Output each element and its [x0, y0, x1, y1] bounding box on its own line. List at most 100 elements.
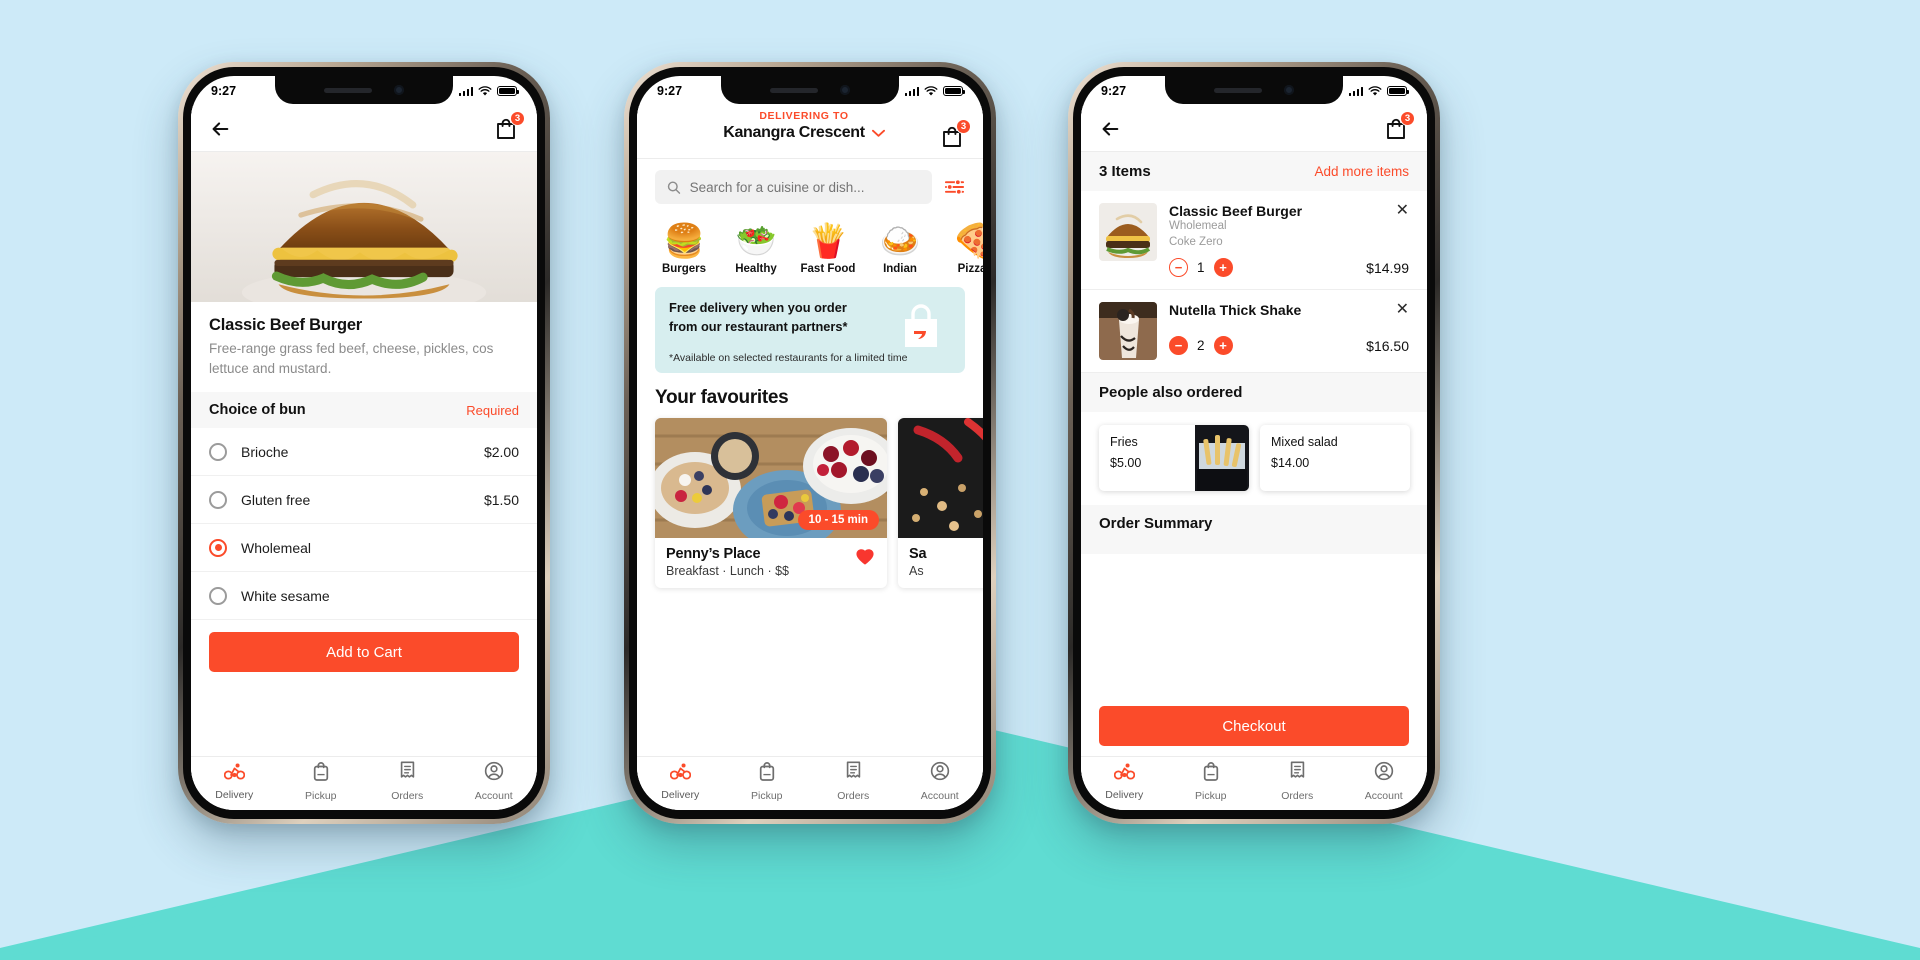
restaurant-name: Penny’s Place [666, 546, 761, 563]
tab-pickup[interactable]: Pickup [1168, 761, 1255, 802]
suggested-item-price: $5.00 [1110, 456, 1142, 471]
earpiece-speaker [770, 87, 818, 93]
item-title: Classic Beef Burger [209, 316, 363, 334]
remove-item-icon[interactable]: ✕ [1396, 302, 1409, 318]
battery-icon [1387, 86, 1410, 96]
option-row[interactable]: White sesame [191, 572, 537, 621]
address-value: Kanangra Crescent [723, 124, 865, 141]
tab-pickup[interactable]: Pickup [278, 761, 365, 802]
option-radio[interactable] [209, 586, 227, 605]
category-item[interactable]: 🍕 Pizza [943, 221, 983, 275]
tab-delivery[interactable]: Delivery [637, 762, 724, 801]
tab-orders[interactable]: Orders [1254, 761, 1341, 802]
restaurant-photo: 10 - 15 min [655, 418, 887, 539]
status-time: 9:27 [211, 84, 237, 98]
tab-delivery[interactable]: Delivery [1081, 762, 1168, 801]
option-radio[interactable] [209, 538, 227, 557]
restaurant-card[interactable]: Sa As [898, 418, 983, 589]
promo-banner[interactable]: Free delivery when you order from our re… [655, 287, 965, 374]
suggested-item-image [1195, 425, 1249, 492]
phone-1-bezel: 9:27 3 Classic Beef Burger Free-range gr… [183, 67, 545, 819]
tab-label: Account [1364, 790, 1403, 802]
category-icon: 🍔 [663, 222, 705, 259]
suggested-item-card[interactable]: Mixed salad $14.00 [1260, 425, 1410, 492]
add-to-cart-button[interactable]: Add to Cart [209, 632, 519, 673]
tab-delivery[interactable]: Delivery [191, 762, 278, 801]
bottom-tab-bar: Delivery Pickup Orders Account [1081, 756, 1427, 810]
receipt-icon [1289, 761, 1306, 786]
cart-row: Classic Beef Burger Wholemeal Coke Zero … [1081, 191, 1427, 291]
suggested-item-name: Mixed salad [1271, 435, 1338, 450]
wifi-icon [478, 85, 492, 95]
phone-1-app: 3 Classic Beef Burger Free-range grass f… [191, 106, 537, 810]
front-camera [840, 85, 850, 95]
category-item[interactable]: 🍔 Burgers [655, 221, 713, 275]
people-also-ordered-list: Fries $5.00 Mixed salad $14.00 [1081, 412, 1427, 505]
category-item[interactable]: 🍟 Fast Food [799, 221, 857, 275]
tab-label: Delivery [215, 788, 254, 801]
tab-orders[interactable]: Orders [364, 761, 451, 802]
address-selector[interactable]: Kanangra Crescent [669, 124, 939, 142]
restaurant-subtitle: Breakfast · Lunch · $$ [666, 564, 789, 579]
cart-bag-button[interactable]: 3 [1383, 110, 1415, 142]
milkshake-thumb [1099, 302, 1157, 361]
option-radio[interactable] [209, 442, 227, 461]
cart-bag-button[interactable]: 3 [939, 119, 971, 150]
search-icon [667, 180, 681, 194]
suggested-item-card[interactable]: Fries $5.00 [1099, 425, 1249, 492]
option-row[interactable]: Gluten free $1.50 [191, 476, 537, 525]
restaurant-photo [898, 418, 983, 539]
search-input[interactable] [689, 179, 920, 195]
tab-orders[interactable]: Orders [810, 761, 897, 802]
category-item[interactable]: 🍛 Indian [871, 221, 929, 275]
category-label: Burgers [661, 263, 707, 275]
bicycle-icon [1113, 762, 1135, 785]
tab-label: Delivery [1105, 788, 1144, 801]
battery-icon [497, 86, 520, 96]
option-section-header: Choice of bun Required [191, 392, 537, 429]
tab-pickup[interactable]: Pickup [724, 761, 811, 802]
arrow-left-icon[interactable] [1099, 118, 1121, 140]
cart-header: 3 Items Add more items [1081, 152, 1427, 191]
category-icon: 🍕 [951, 222, 983, 259]
tab-account[interactable]: Account [451, 761, 538, 802]
add-more-items-link[interactable]: Add more items [1314, 164, 1409, 179]
tab-account[interactable]: Account [1341, 761, 1428, 802]
cart-item-body: Nutella Thick Shake ✕ − 2 + $16.50 [1169, 302, 1409, 360]
phone-3-bezel: 9:27 3 3 Items Add more items Classic Be… [1073, 67, 1435, 819]
remove-item-icon[interactable]: ✕ [1396, 203, 1409, 219]
suggested-item-image [1356, 425, 1410, 491]
account-icon [484, 761, 504, 786]
cart-item-body: Classic Beef Burger Wholemeal Coke Zero … [1169, 203, 1409, 278]
delivery-bag-icon [905, 304, 937, 347]
category-icon: 🍛 [879, 222, 921, 259]
bag-icon [312, 761, 330, 786]
receipt-icon [845, 761, 862, 786]
cart-bag-button[interactable]: 3 [493, 110, 525, 142]
filter-sliders-icon[interactable] [944, 178, 965, 196]
option-row[interactable]: Brioche $2.00 [191, 428, 537, 477]
tab-label: Pickup [1194, 790, 1227, 802]
decrease-quantity-button[interactable]: − [1169, 336, 1188, 356]
option-radio[interactable] [209, 490, 227, 509]
heart-favourite-icon[interactable] [854, 546, 876, 566]
earpiece-speaker [324, 87, 372, 93]
decrease-quantity-button[interactable]: − [1169, 258, 1188, 278]
bag-icon [758, 761, 776, 786]
restaurant-card[interactable]: 10 - 15 min Penny’s Place Breakfast · Lu… [655, 418, 887, 589]
cart-item-controls: − 2 + $16.50 [1169, 336, 1409, 356]
account-icon [930, 761, 950, 786]
arrow-left-icon[interactable] [209, 118, 231, 140]
tab-account[interactable]: Account [897, 761, 984, 802]
cellular-signal-icon [1348, 86, 1363, 96]
delivery-address-header: DELIVERING TO Kanangra Crescent 3 [637, 106, 983, 159]
option-row[interactable]: Wholemeal [191, 524, 537, 573]
delivering-to-label: DELIVERING TO [759, 110, 849, 122]
cart-item-name: Classic Beef Burger [1169, 203, 1303, 219]
search-box[interactable] [655, 170, 932, 204]
checkout-button[interactable]: Checkout [1099, 706, 1409, 746]
phone-2-app: DELIVERING TO Kanangra Crescent 3 Search… [637, 106, 983, 810]
increase-quantity-button[interactable]: + [1213, 336, 1233, 356]
increase-quantity-button[interactable]: + [1213, 258, 1233, 278]
category-item[interactable]: 🥗 Healthy [727, 221, 785, 275]
